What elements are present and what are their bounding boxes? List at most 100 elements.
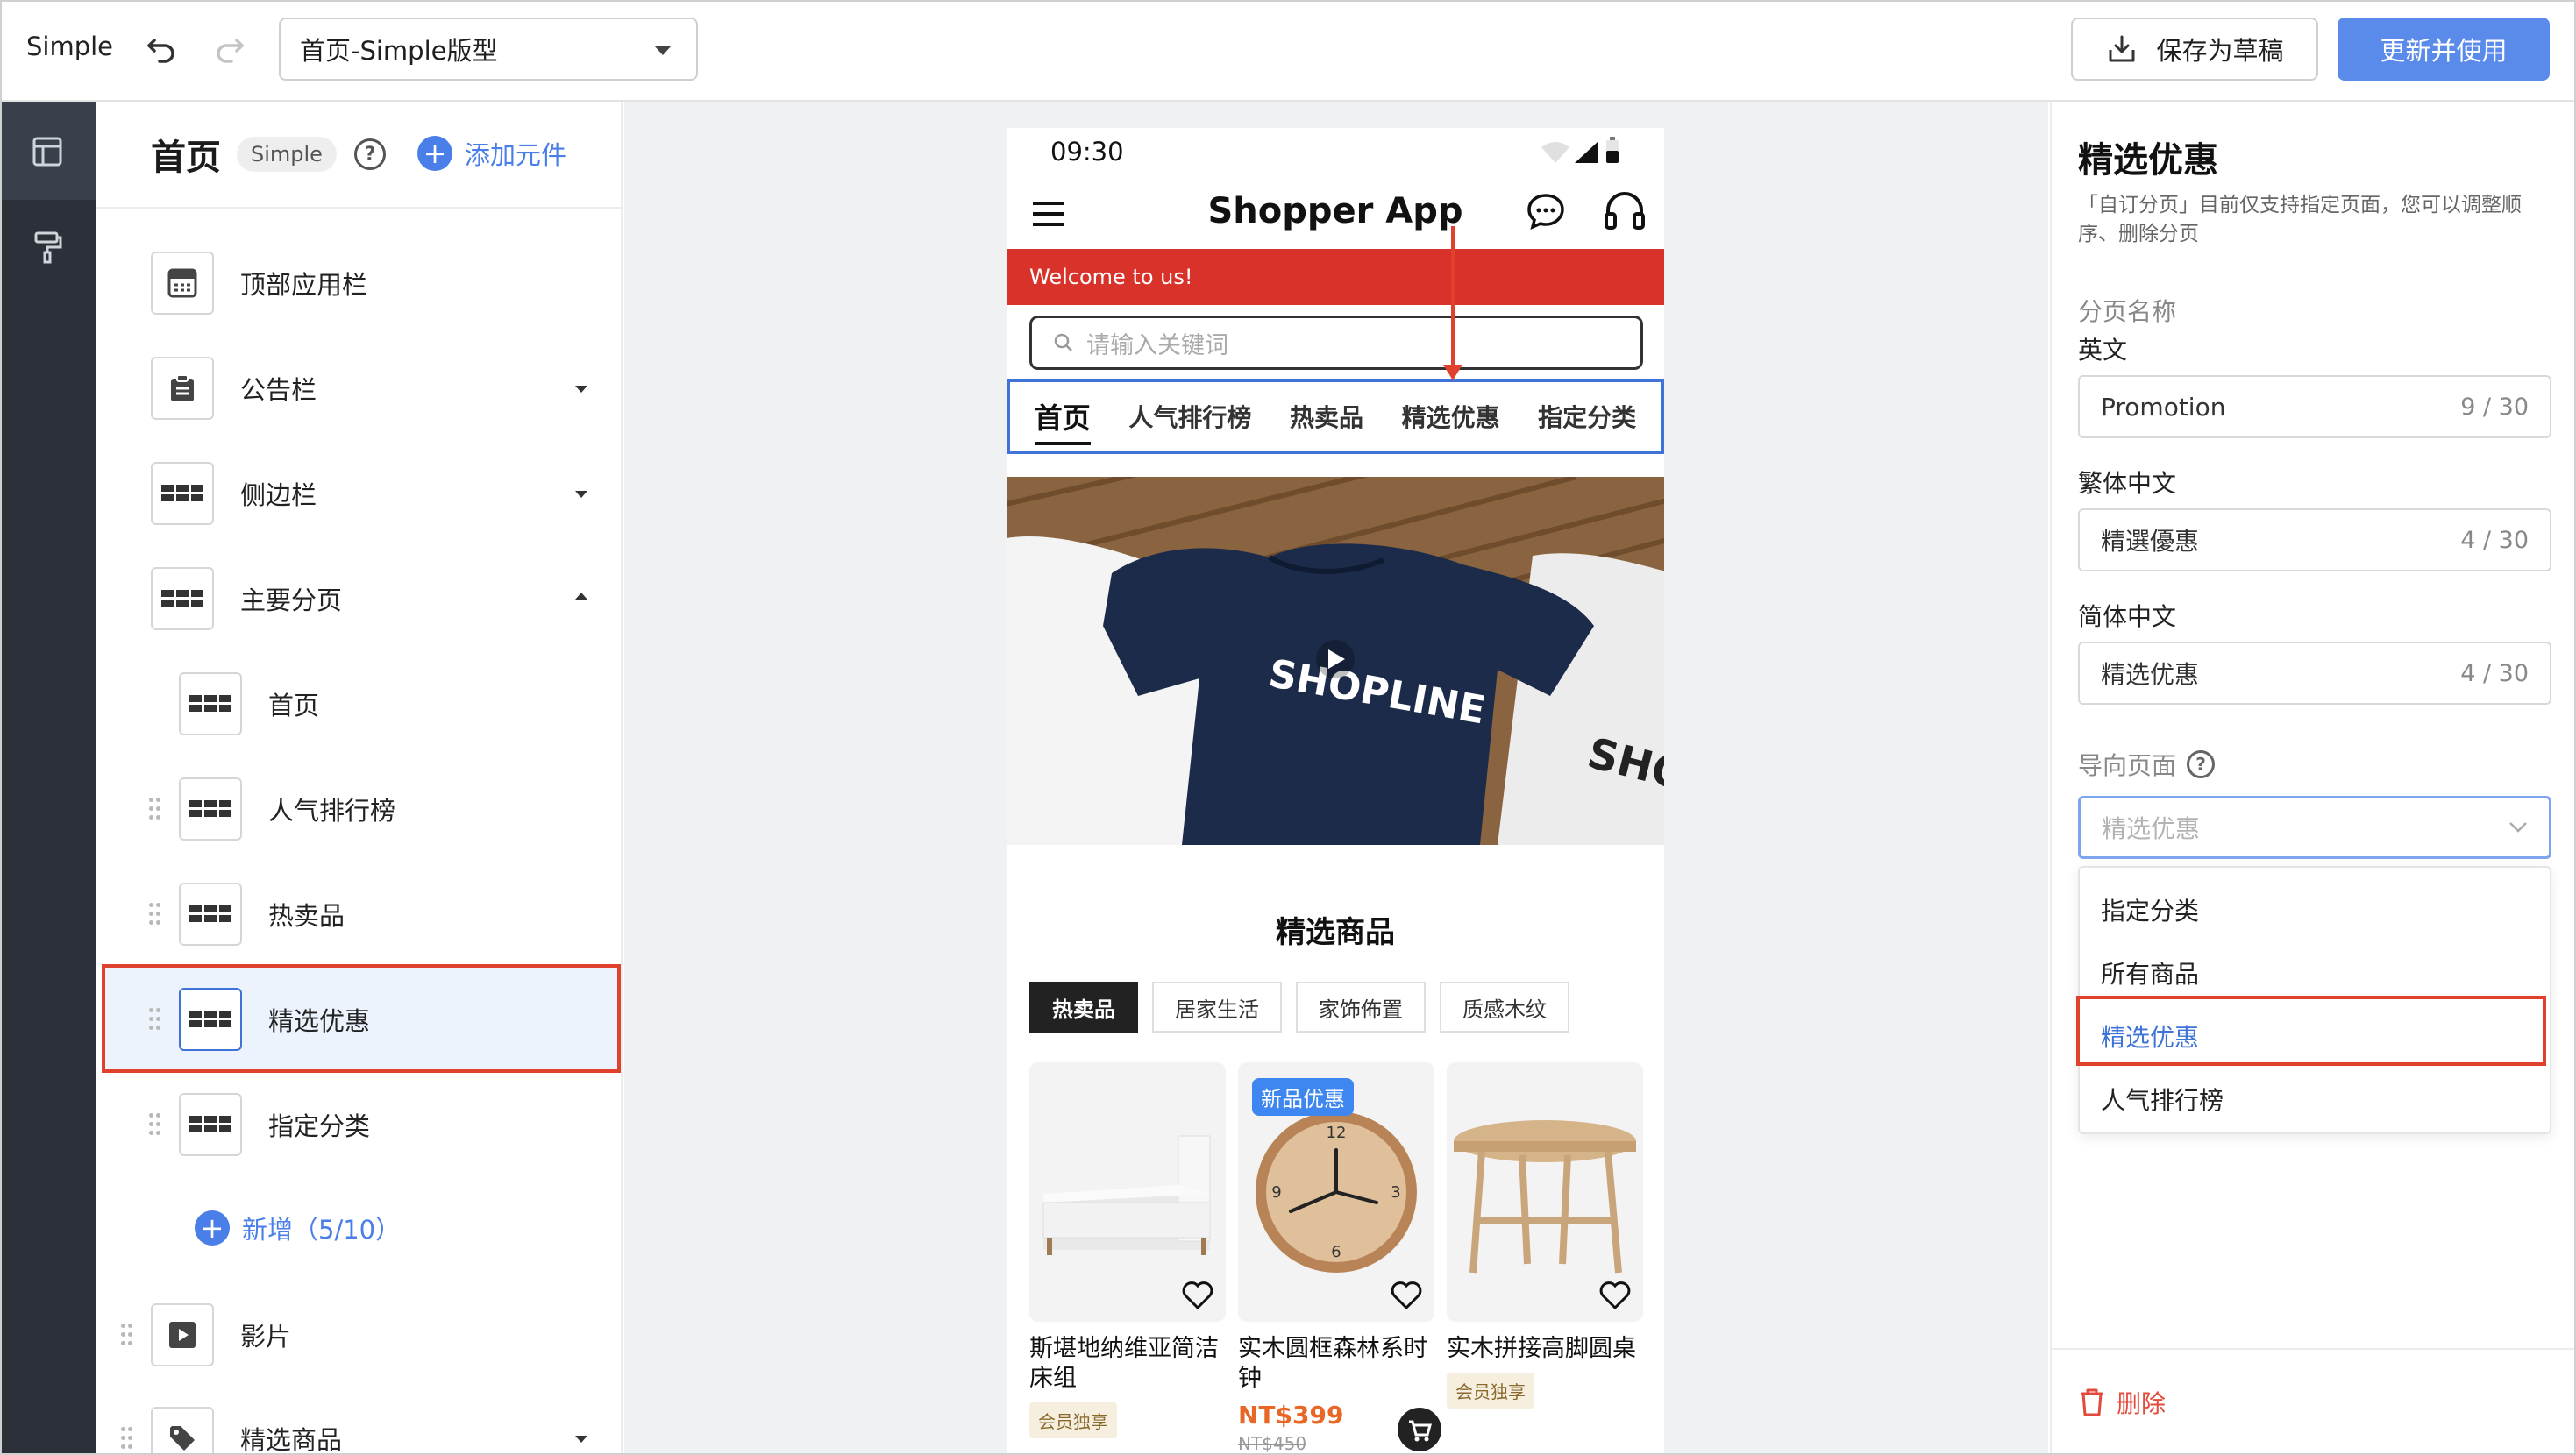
tab-hot[interactable]: 热卖品 xyxy=(1290,399,1363,434)
tab-item-popular[interactable]: 人气排行榜 xyxy=(179,777,395,841)
wifi-icon xyxy=(1541,142,1569,163)
heart-icon[interactable] xyxy=(1598,1278,1633,1313)
brand-name: Simple xyxy=(26,32,114,61)
plus-circle-icon: + xyxy=(195,1210,230,1246)
plus-circle-icon: + xyxy=(417,136,452,171)
tab-name-en-input[interactable]: Promotion 9 / 30 xyxy=(2078,375,2551,438)
cart-icon xyxy=(1409,1420,1432,1442)
chevron-down-icon xyxy=(2509,822,2527,833)
tab-name-zh-hans-input[interactable]: 精选优惠 4 / 30 xyxy=(2078,642,2551,705)
heart-icon[interactable] xyxy=(1180,1278,1215,1313)
chip-wood[interactable]: 质感木纹 xyxy=(1440,982,1569,1033)
phone-status-bar: 09:30 xyxy=(1007,128,1664,181)
video-banner[interactable]: SHOPLINE SHOPLINE xyxy=(1007,477,1664,845)
component-item-top-app-bar[interactable]: 顶部应用栏 xyxy=(151,252,367,315)
component-label: 首页 xyxy=(268,691,320,720)
tab-item-category[interactable]: 指定分类 xyxy=(179,1093,371,1156)
add-component-button[interactable]: + 添加元件 xyxy=(417,135,566,172)
icon-rail xyxy=(0,102,96,1455)
panel-header: 首页 Simple ? xyxy=(151,130,386,179)
dropdown-option[interactable]: 指定分类 xyxy=(2101,892,2199,927)
product-name: 实木拼接高脚圆桌 xyxy=(1447,1335,1636,1362)
tab-category[interactable]: 指定分类 xyxy=(1538,399,1636,434)
play-icon xyxy=(151,1303,214,1366)
save-draft-label: 保存为草稿 xyxy=(2156,36,2284,66)
search-input[interactable]: 请输入关键词 xyxy=(1029,316,1643,370)
cart-button[interactable] xyxy=(1398,1408,1441,1451)
component-item-featured-products[interactable]: 精选商品 xyxy=(151,1407,343,1455)
char-count: 4 / 30 xyxy=(2460,659,2529,687)
product-card[interactable]: 实木拼接高脚圆桌 会员独享 xyxy=(1447,1062,1643,1409)
product-card[interactable]: 斯堪地纳维亚简洁床组 会员独享 xyxy=(1029,1062,1226,1438)
layout-icon xyxy=(32,137,62,167)
tab-popular[interactable]: 人气排行榜 xyxy=(1128,399,1251,434)
drag-handle-icon[interactable] xyxy=(149,1008,161,1031)
save-draft-button[interactable]: 保存为草稿 xyxy=(2071,18,2318,81)
theme-badge: Simple xyxy=(237,137,337,172)
component-item-sidebar[interactable]: 侧边栏 xyxy=(151,462,317,525)
publish-button[interactable]: 更新并使用 xyxy=(2338,18,2550,81)
divider xyxy=(96,207,623,209)
char-count: 9 / 30 xyxy=(2460,393,2529,421)
svg-text:6: 6 xyxy=(1331,1243,1341,1261)
drag-handle-icon[interactable] xyxy=(121,1427,133,1450)
redo-icon[interactable] xyxy=(207,26,251,70)
member-tag: 会员独享 xyxy=(1447,1372,1534,1409)
product-image-bed xyxy=(1029,1062,1226,1322)
drag-handle-icon[interactable] xyxy=(149,903,161,926)
annotation-arrow xyxy=(1451,226,1455,373)
dropdown-option[interactable]: 人气排行榜 xyxy=(2101,1082,2224,1117)
divider xyxy=(2050,1348,2576,1350)
question-icon[interactable]: ? xyxy=(353,138,386,170)
product-card[interactable]: 12 3 6 9 新品优惠 实木圆框森林系时钟 NT$399 NT$450 xyxy=(1238,1062,1434,1454)
undo-icon[interactable] xyxy=(140,26,184,70)
component-item-announcement[interactable]: 公告栏 xyxy=(151,357,317,420)
drag-handle-icon[interactable] xyxy=(121,1324,133,1346)
paint-roller-icon[interactable] xyxy=(31,230,66,265)
delete-button[interactable]: 删除 xyxy=(2078,1385,2166,1420)
component-item-main-tabs[interactable]: 主要分页 xyxy=(151,567,343,630)
new-product-badge: 新品优惠 xyxy=(1252,1078,1354,1116)
heart-icon[interactable] xyxy=(1389,1278,1424,1313)
drag-handle-icon[interactable] xyxy=(149,1113,161,1136)
caret-down-icon[interactable] xyxy=(575,1436,587,1443)
target-page-value: 精选优惠 xyxy=(2102,814,2201,843)
tab-item-hot[interactable]: 热卖品 xyxy=(179,883,345,946)
field-label-en: 英文 xyxy=(2078,336,2128,365)
template-select[interactable]: 首页-Simple版型 xyxy=(279,18,698,81)
field-value: 精選優惠 xyxy=(2101,527,2200,556)
tab-item-home[interactable]: 首页 xyxy=(179,672,320,735)
chip-hot[interactable]: 热卖品 xyxy=(1029,982,1138,1033)
annotation-arrowhead xyxy=(1443,365,1462,380)
add-tab-button[interactable]: + 新增（5/10） xyxy=(195,1210,401,1246)
target-page-select[interactable]: 精选优惠 xyxy=(2078,796,2551,859)
component-item-video[interactable]: 影片 xyxy=(151,1303,291,1366)
chip-home-living[interactable]: 居家生活 xyxy=(1152,982,1282,1033)
tab-name-label: 分页名称 xyxy=(2078,297,2177,326)
component-label: 精选商品 xyxy=(240,1425,343,1455)
tab-name-zh-hant-input[interactable]: 精選優惠 4 / 30 xyxy=(2078,508,2551,571)
tab-item-promotion[interactable]: 精选优惠 xyxy=(179,988,370,1051)
dropdown-option[interactable]: 所有商品 xyxy=(2101,955,2199,990)
chip-decor[interactable]: 家饰佈置 xyxy=(1296,982,1426,1033)
caret-down-icon[interactable] xyxy=(575,491,587,498)
caret-down-icon[interactable] xyxy=(575,386,587,393)
chat-bubble-icon[interactable] xyxy=(1526,191,1566,231)
component-label: 指定分类 xyxy=(268,1111,371,1141)
component-label: 主要分页 xyxy=(240,586,343,615)
drag-handle-icon[interactable] xyxy=(149,798,161,820)
svg-text:12: 12 xyxy=(1327,1124,1347,1142)
banner-image: SHOPLINE SHOPLINE xyxy=(1007,477,1664,845)
headset-icon[interactable] xyxy=(1603,189,1647,231)
tab-promotion[interactable]: 精选优惠 xyxy=(1402,399,1500,434)
field-label-zh-hant: 繁体中文 xyxy=(2078,469,2177,498)
search-icon xyxy=(1054,333,1072,351)
caret-up-icon[interactable] xyxy=(575,593,587,600)
tab-home[interactable]: 首页 xyxy=(1034,396,1091,445)
question-icon[interactable]: ? xyxy=(2187,750,2216,778)
rail-item-layout[interactable] xyxy=(0,102,96,200)
phone-preview: 09:30 Shopper App Welcome to us! 请输入关键词 … xyxy=(1007,128,1664,1455)
field-label-zh-hans: 简体中文 xyxy=(2078,602,2177,631)
search-placeholder: 请输入关键词 xyxy=(1086,331,1228,359)
char-count: 4 / 30 xyxy=(2460,526,2529,554)
